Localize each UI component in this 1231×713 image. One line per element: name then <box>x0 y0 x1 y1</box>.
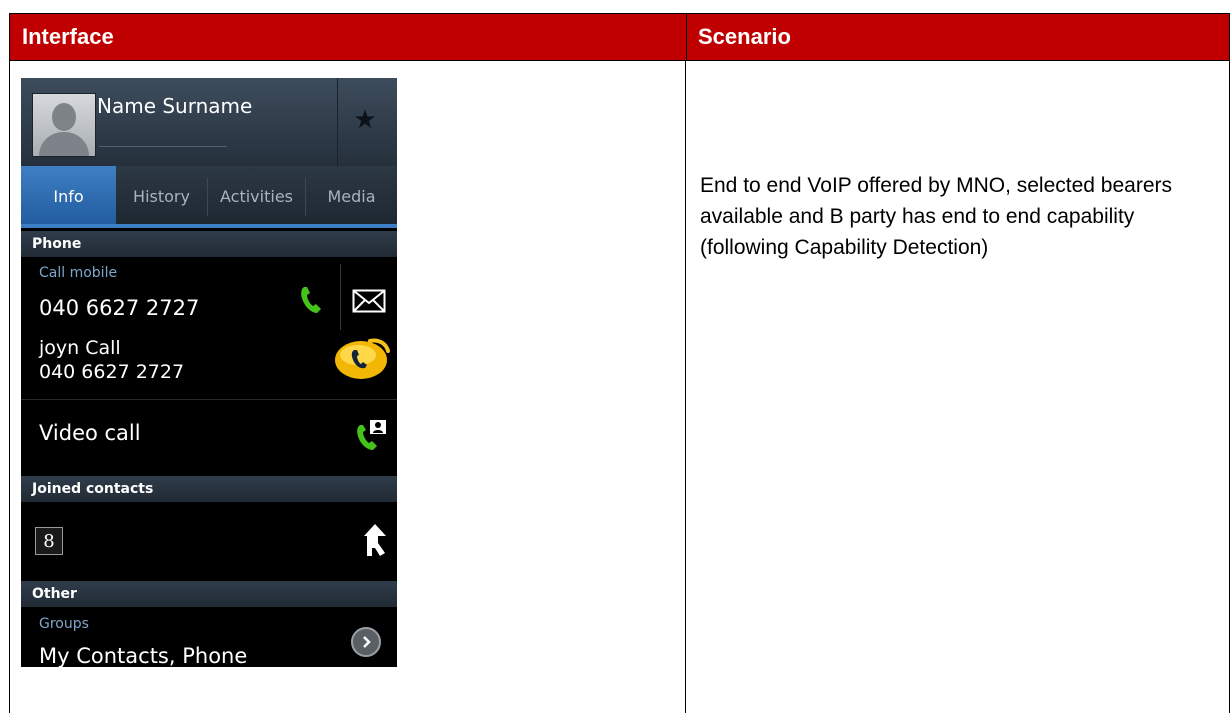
table-left-border <box>9 61 10 713</box>
phone-screenshot: Name Surname ★ Info History Activities M… <box>21 78 397 667</box>
video-call-icon[interactable] <box>353 416 391 454</box>
section-header-phone: Phone <box>21 231 397 257</box>
table-right-border <box>1229 61 1230 713</box>
section-header-other: Other <box>21 581 397 607</box>
row-separator <box>21 399 397 400</box>
table-header-row: Interface Scenario <box>9 13 1230 61</box>
call-mobile-label: Call mobile <box>39 265 118 281</box>
phone-call-icon[interactable] <box>297 283 327 317</box>
call-message-divider <box>340 264 341 330</box>
groups-value[interactable]: My Contacts, Phone <box>39 644 247 667</box>
call-mobile-number[interactable]: 040 6627 2727 <box>39 296 199 320</box>
star-icon[interactable]: ★ <box>351 106 379 134</box>
section-header-joined-contacts: Joined contacts <box>21 476 397 502</box>
header-scenario: Scenario <box>698 24 791 49</box>
envelope-icon[interactable] <box>351 288 387 314</box>
tab-media[interactable]: Media <box>306 166 397 228</box>
avatar[interactable] <box>32 93 96 157</box>
tab-underline <box>21 224 397 228</box>
google-account-icon[interactable]: 8 <box>35 527 63 555</box>
joyn-call-number[interactable]: 040 6627 2727 <box>39 361 184 383</box>
chevron-right-icon[interactable] <box>351 627 381 657</box>
avatar-head-shape <box>52 103 76 131</box>
favorite-divider <box>337 78 338 166</box>
joyn-call-label: joyn Call <box>39 337 121 359</box>
tab-bar: Info History Activities Media <box>21 166 397 228</box>
avatar-body-shape <box>39 132 89 156</box>
table-middle-border <box>685 61 686 713</box>
header-interface: Interface <box>22 24 114 49</box>
tab-history[interactable]: History <box>116 166 207 228</box>
scenario-text: End to end VoIP offered by MNO, selected… <box>700 174 1173 259</box>
header-divider <box>686 14 687 60</box>
tab-activities[interactable]: Activities <box>208 166 305 228</box>
joyn-call-icon[interactable] <box>331 334 395 382</box>
video-call-label[interactable]: Video call <box>39 421 141 445</box>
name-underline <box>99 146 227 147</box>
contact-header: Name Surname ★ <box>21 78 397 166</box>
groups-label: Groups <box>39 616 89 632</box>
tab-info[interactable]: Info <box>21 166 116 228</box>
separate-contact-icon[interactable] <box>361 522 389 558</box>
contact-name: Name Surname <box>97 94 253 118</box>
google-badge-text: 8 <box>43 530 55 552</box>
